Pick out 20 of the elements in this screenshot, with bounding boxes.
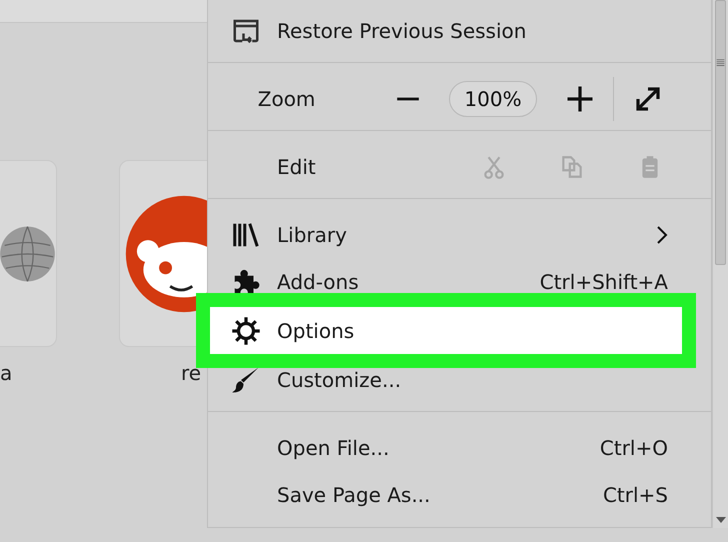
minus-icon [395,96,422,100]
zoom-out-button[interactable] [395,96,422,100]
scrollbar[interactable] [712,0,728,528]
shortcut-label: Ctrl+Shift+A [540,270,668,294]
scroll-thumb[interactable] [715,0,726,265]
shortcut-label: Ctrl+S [602,482,668,506]
menu-item[interactable]: Options [196,293,696,368]
menu-item[interactable]: Open File... Ctrl+O [208,424,711,471]
edit-label: Edit [277,154,316,178]
zoom-reset-button[interactable]: 100% [449,80,537,116]
menu-item[interactable]: Restore Previous Session [208,7,711,54]
menu-item[interactable]: Save Page As... Ctrl+S [208,471,711,518]
plus-icon [564,84,595,114]
menu-item[interactable]: Library [208,211,711,258]
site-label: a [0,361,12,385]
shortcut-label: Ctrl+O [600,436,668,460]
scroll-down-icon[interactable] [716,517,726,523]
settings-icon [231,316,261,346]
zoom-in-button[interactable] [564,84,595,114]
zoom-label: Zoom [258,86,316,110]
